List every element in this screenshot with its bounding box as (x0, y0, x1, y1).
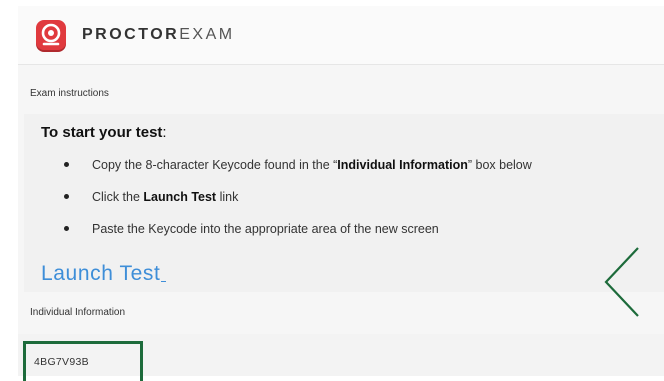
bullet-dot (64, 226, 69, 231)
keycode-value[interactable]: 4BG7V93B (34, 356, 89, 368)
bullet-dot (64, 194, 69, 199)
page: PROCTOREXAM Exam instructions To start y… (18, 6, 664, 381)
instruction-text: Click the (92, 190, 144, 204)
instructions-title-text: To start your test (41, 124, 163, 141)
instructions-title: To start your test: (41, 124, 167, 141)
instruction-bold: Launch Test (143, 190, 217, 204)
brand-bold: PROCTOR (82, 26, 180, 43)
individual-information-box: 4BG7V93B (18, 334, 664, 381)
instruction-item: Paste the Keycode into the appropriate a… (64, 222, 664, 254)
exam-instructions-label: Exam instructions (30, 88, 109, 99)
bullet-dot (64, 162, 69, 167)
app-header: PROCTOREXAM (18, 6, 664, 65)
instruction-bold: Individual Information (337, 158, 468, 172)
launch-test-link[interactable]: Launch Test (41, 262, 167, 286)
chevron-left-icon[interactable] (602, 246, 642, 318)
instruction-list: Copy the 8-character Keycode found in th… (64, 158, 664, 254)
instruction-text: Copy the 8-character Keycode found in th… (92, 158, 338, 172)
brand-light: EXAM (179, 26, 235, 43)
instructions-panel: To start your test: Copy the 8-character… (24, 114, 664, 292)
proctor-webcam-icon (36, 20, 66, 50)
instruction-text: Paste the Keycode into the appropriate a… (92, 222, 439, 236)
individual-information-label: Individual Information (30, 307, 126, 318)
instruction-text-after: ” box below (467, 158, 532, 172)
instruction-text-after: link (216, 190, 239, 204)
launch-test-link-text: Launch Test (41, 262, 161, 285)
instruction-item: Click the Launch Test link (64, 190, 664, 222)
instructions-title-colon: : (162, 124, 167, 141)
brand-logo-text: PROCTOREXAM (82, 26, 235, 44)
keycode-highlight-box: 4BG7V93B (23, 341, 143, 381)
text-cursor (161, 281, 167, 282)
instruction-item: Copy the 8-character Keycode found in th… (64, 158, 664, 190)
